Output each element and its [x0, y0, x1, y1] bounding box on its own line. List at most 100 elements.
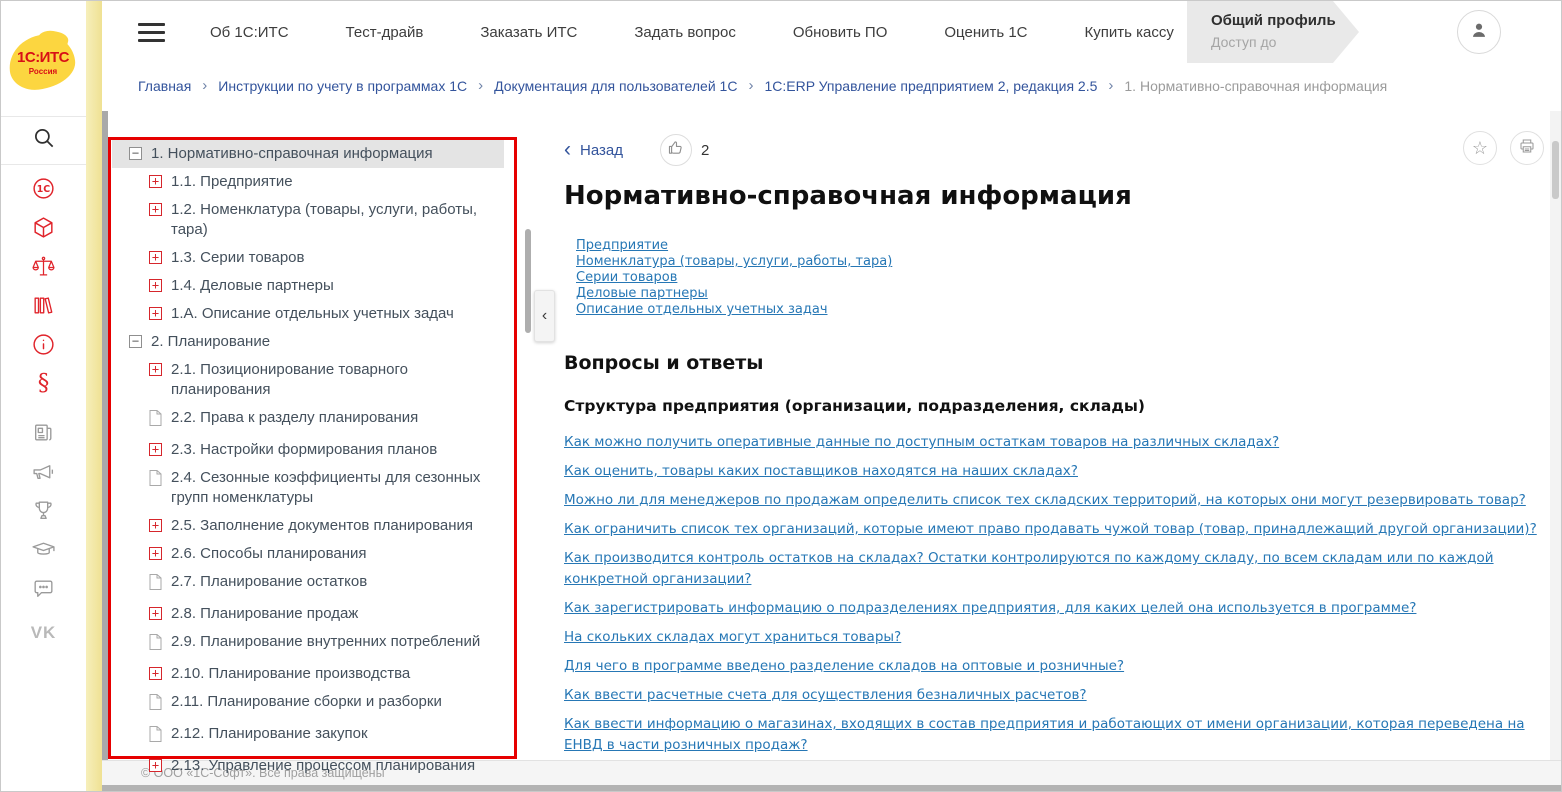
favorite-button[interactable]: ☆	[1463, 131, 1497, 165]
expand-plus-icon[interactable]: +	[149, 759, 162, 772]
question-link[interactable]: На скольких складах могут храниться това…	[564, 627, 1554, 648]
collapse-minus-icon[interactable]: −	[129, 147, 142, 160]
app-window: 1С:ИТС Россия 1С § VK Об 1С:ИТС Тест-дра…	[0, 0, 1562, 792]
expand-plus-icon[interactable]: +	[149, 307, 162, 320]
nav-item[interactable]: Тест-драйв	[346, 24, 424, 41]
user-avatar[interactable]	[1457, 10, 1501, 54]
search-button[interactable]	[1, 116, 86, 165]
expand-plus-icon[interactable]: +	[149, 443, 162, 456]
like-widget: 2	[659, 134, 709, 166]
tree-item[interactable]: 2.9. Планирование внутренних потреблений	[112, 628, 504, 660]
tree-item-label: 2.12. Планирование закупок	[171, 725, 368, 742]
scales-icon[interactable]	[31, 253, 57, 279]
tree-item[interactable]: +2.6. Способы планирования	[112, 540, 504, 568]
breadcrumb-item[interactable]: 1С:ERP Управление предприятием 2, редакц…	[764, 78, 1097, 94]
collapse-tree-button[interactable]: ‹	[534, 290, 555, 342]
tree-item[interactable]: +2.5. Заполнение документов планирования	[112, 512, 504, 540]
tree-item[interactable]: +2.3. Настройки формирования планов	[112, 436, 504, 464]
tree-item[interactable]: 2.7. Планирование остатков	[112, 568, 504, 600]
question-link[interactable]: Как зарегистрировать информацию о подраз…	[564, 598, 1554, 619]
tree-item[interactable]: +1.4. Деловые партнеры	[112, 272, 504, 300]
qa-heading: Вопросы и ответы	[564, 352, 764, 374]
trophy-icon[interactable]	[31, 497, 57, 523]
tree-item-label: 2.1. Позиционирование товарного планиров…	[171, 361, 409, 398]
breadcrumb-item[interactable]: Документация для пользователей 1С	[494, 78, 737, 94]
news-icon[interactable]	[31, 419, 57, 445]
nav-item[interactable]: Заказать ИТС	[480, 24, 577, 41]
1c-circle-icon[interactable]: 1С	[31, 175, 57, 201]
tree-item[interactable]: 2.12. Планирование закупок	[112, 720, 504, 752]
tree-item[interactable]: −2. Планирование	[112, 328, 504, 356]
tree-item[interactable]: 2.4. Сезонные коэффициенты для сезонных …	[112, 464, 504, 512]
tree-item[interactable]: +2.13. Управление процессом планирования	[112, 752, 504, 780]
breadcrumb-item[interactable]: Инструкции по учету в программах 1С	[218, 78, 467, 94]
breadcrumb-item[interactable]: Главная	[138, 78, 191, 94]
toc-link[interactable]: Описание отдельных учетных задач	[576, 302, 828, 318]
chat-icon[interactable]	[31, 575, 57, 601]
toc-link[interactable]: Номенклатура (товары, услуги, работы, та…	[576, 254, 892, 270]
tree-item[interactable]: +1.3. Серии товаров	[112, 244, 504, 272]
question-link[interactable]: Как ограничить список тех организаций, к…	[564, 519, 1554, 540]
nav-item[interactable]: Оценить 1С	[944, 24, 1027, 41]
expand-plus-icon[interactable]: +	[149, 667, 162, 680]
expand-plus-icon[interactable]: +	[149, 279, 162, 292]
tree-item-label: 1.2. Номенклатура (товары, услуги, работ…	[171, 201, 478, 238]
graduation-cap-icon[interactable]	[31, 536, 57, 562]
question-link[interactable]: Как можно получить оперативные данные по…	[564, 432, 1554, 453]
toc-link[interactable]: Серии товаров	[576, 270, 677, 286]
tree-item[interactable]: +1.1. Предприятие	[112, 168, 504, 196]
vk-icon[interactable]: VK	[1, 623, 86, 643]
window-bottom-edge	[86, 785, 1561, 791]
tree-item[interactable]: +2.8. Планирование продаж	[112, 600, 504, 628]
question-link[interactable]: Для чего в программе введено разделение …	[564, 656, 1554, 677]
section-heading: Структура предприятия (организации, подр…	[564, 397, 1145, 415]
chevron-left-icon: ‹	[564, 138, 571, 161]
nav-item[interactable]: Об 1С:ИТС	[210, 24, 289, 41]
tree-scrollbar-thumb[interactable]	[525, 229, 531, 333]
nav-item[interactable]: Задать вопрос	[634, 24, 735, 41]
expand-plus-icon[interactable]: +	[149, 547, 162, 560]
tree-item[interactable]: −1. Нормативно-справочная информация	[112, 140, 504, 168]
nav-item[interactable]: Обновить ПО	[793, 24, 888, 41]
expand-plus-icon[interactable]: +	[149, 251, 162, 264]
tree-item[interactable]: +1.А. Описание отдельных учетных задач	[112, 300, 504, 328]
package-icon[interactable]	[31, 214, 57, 240]
content-scrollbar-track[interactable]	[1550, 111, 1561, 787]
tree-item[interactable]: +2.10. Планирование производства	[112, 660, 504, 688]
info-icon[interactable]	[31, 331, 57, 357]
question-link[interactable]: Можно ли для менеджеров по продажам опре…	[564, 490, 1554, 511]
expand-plus-icon[interactable]: +	[149, 363, 162, 376]
tree-item[interactable]: +2.1. Позиционирование товарного планиро…	[112, 356, 504, 404]
its-logo[interactable]: 1С:ИТС Россия	[5, 27, 79, 95]
tree-item[interactable]: 2.11. Планирование сборки и разборки	[112, 688, 504, 720]
content-scrollbar-thumb[interactable]	[1552, 141, 1559, 199]
expand-plus-icon[interactable]: +	[149, 203, 162, 216]
expand-plus-icon[interactable]: +	[149, 607, 162, 620]
back-button[interactable]: ‹ Назад	[564, 138, 623, 161]
question-link[interactable]: Как оценить, товары каких поставщиков на…	[564, 461, 1554, 482]
collapse-minus-icon[interactable]: −	[129, 335, 142, 348]
toc-link[interactable]: Предприятие	[576, 238, 668, 254]
question-link[interactable]: Как ввести информацию о магазинах, входя…	[564, 714, 1554, 756]
tree-item-label: 2.3. Настройки формирования планов	[171, 441, 438, 458]
tree-item[interactable]: 2.2. Права к разделу планирования	[112, 404, 504, 436]
article-content: ‹ Назад 2 Нормативно-справочная информац…	[564, 111, 1554, 791]
question-link[interactable]: Как производится контроль остатков на ск…	[564, 548, 1554, 590]
document-icon	[149, 694, 162, 716]
tree-item-label: 2.7. Планирование остатков	[171, 573, 368, 590]
nav-item[interactable]: Купить кассу	[1085, 24, 1174, 41]
books-icon[interactable]	[31, 292, 57, 318]
profile-panel[interactable]: Общий профиль Доступ до	[1187, 1, 1359, 63]
chevron-right-icon: ›	[202, 77, 208, 94]
paragraph-icon[interactable]: §	[31, 370, 57, 396]
tree-item[interactable]: +1.2. Номенклатура (товары, услуги, рабо…	[112, 196, 504, 244]
toc-link[interactable]: Деловые партнеры	[576, 286, 708, 302]
expand-plus-icon[interactable]: +	[149, 175, 162, 188]
menu-hamburger-icon[interactable]	[138, 22, 165, 42]
question-link[interactable]: Как ввести расчетные счета для осуществл…	[564, 685, 1554, 706]
tree-item-label: 2.4. Сезонные коэффициенты для сезонных …	[171, 469, 481, 506]
expand-plus-icon[interactable]: +	[149, 519, 162, 532]
like-button[interactable]	[659, 134, 692, 166]
print-button[interactable]	[1510, 131, 1544, 165]
megaphone-icon[interactable]	[31, 458, 57, 484]
